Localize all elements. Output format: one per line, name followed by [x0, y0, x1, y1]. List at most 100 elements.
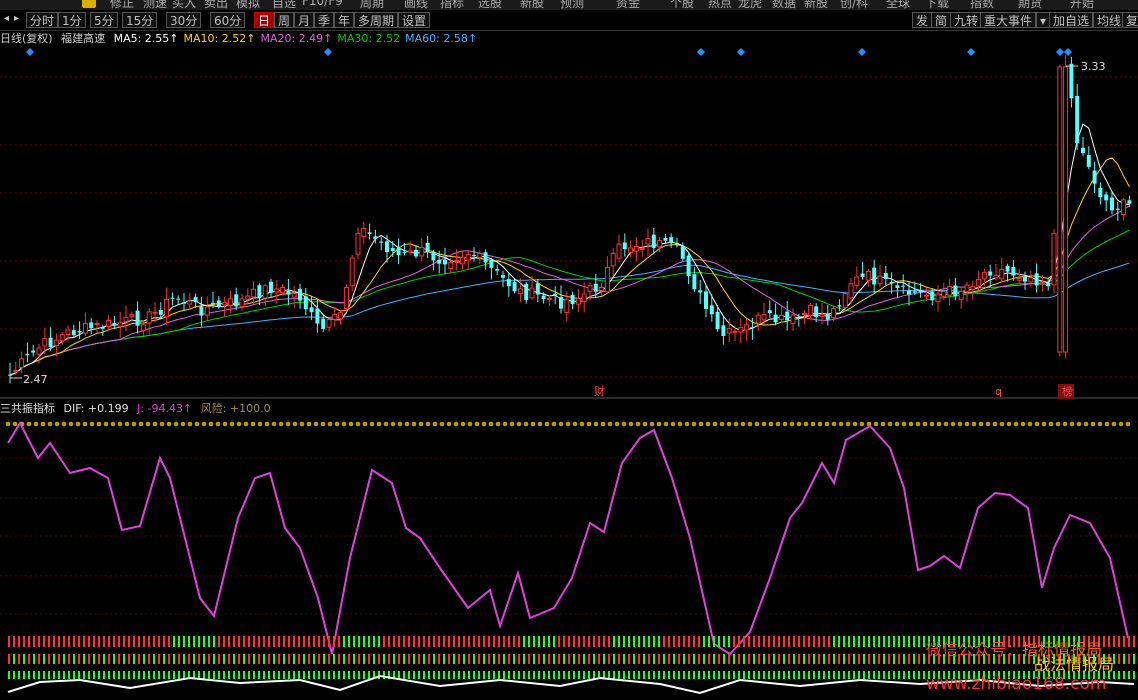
period-tab[interactable]: 周 — [274, 12, 295, 28]
period-tab[interactable]: 年 — [334, 12, 355, 28]
toolbar-item[interactable]: 新股 — [804, 0, 828, 10]
signal-bar-row3 — [48, 671, 50, 679]
signal-bar-row1 — [913, 636, 915, 647]
toolbar-item[interactable]: 指标 — [440, 0, 464, 10]
candle-body-up — [790, 314, 796, 324]
signal-bar-row1 — [258, 636, 260, 647]
signal-bar-row1 — [333, 636, 335, 647]
toolbar-item[interactable]: 模拟 — [236, 0, 260, 10]
toolbar-item[interactable]: 画线 — [404, 0, 428, 10]
period-tab[interactable]: 分时 — [26, 12, 59, 28]
chevron-down-icon[interactable]: ▾ — [1036, 12, 1051, 28]
period-tab[interactable]: 15分 — [122, 12, 158, 28]
signal-bar-row1 — [388, 636, 390, 647]
right-tool-button[interactable]: 均线 — [1093, 12, 1126, 28]
signal-bar-row2 — [343, 654, 345, 664]
signal-bar-row3 — [163, 671, 165, 679]
signal-bar-row3 — [268, 671, 270, 679]
right-tool-button[interactable]: 加自选 — [1049, 12, 1094, 28]
signal-bar-row3 — [878, 671, 880, 679]
signal-bar-row2 — [553, 654, 555, 664]
signal-bar-row3 — [313, 671, 315, 679]
right-tool-button[interactable]: 九转 — [950, 12, 983, 28]
period-tab[interactable]: 5分 — [90, 12, 118, 28]
signal-bar-row2 — [753, 654, 755, 664]
toolbar-item[interactable]: 选股 — [478, 0, 502, 10]
candle-body-down — [135, 310, 140, 326]
toolbar-item[interactable]: 期货 — [1018, 0, 1042, 10]
signal-bar-row2 — [238, 654, 240, 664]
ma10-line — [9, 157, 1130, 376]
signal-bar-row3 — [1118, 671, 1120, 679]
arrow-right-icon[interactable]: ▸ — [14, 13, 19, 24]
toolbar-item[interactable]: 资金 — [616, 0, 640, 10]
signal-bar-row3 — [803, 671, 805, 679]
signal-bar-row1 — [188, 636, 190, 647]
toolbar-item[interactable]: 卖出 — [204, 0, 228, 10]
risk-dot — [586, 421, 592, 427]
toolbar-item[interactable]: 创/科 — [840, 0, 868, 10]
risk-dot — [544, 421, 550, 427]
toolbar-item[interactable]: 买入 — [172, 0, 196, 10]
right-tool-button[interactable]: 发 — [912, 12, 933, 28]
signal-bar-row3 — [718, 671, 720, 679]
signal-bar-row1 — [538, 636, 540, 647]
risk-dot — [628, 421, 634, 427]
right-tool-button[interactable]: 复权 — [1122, 12, 1138, 28]
toolbar-item[interactable]: 下载 — [925, 0, 949, 10]
signal-bar-row3 — [43, 671, 45, 679]
toolbar-item[interactable]: F10/F9 — [302, 0, 343, 8]
signal-bar-row3 — [773, 671, 775, 679]
risk-dot — [425, 421, 431, 427]
toolbar-item[interactable]: 预测 — [560, 0, 584, 10]
signal-bar-row1 — [793, 636, 795, 647]
signal-bar-row1 — [618, 636, 620, 647]
toolbar-item[interactable]: 数据 — [772, 0, 796, 10]
signal-bar-row3 — [498, 671, 500, 679]
toolbar-item[interactable]: 龙虎 — [738, 0, 762, 10]
signal-bar-row2 — [743, 654, 745, 664]
toolbar-item[interactable]: 个股 — [670, 0, 694, 10]
signal-bar-row3 — [438, 671, 440, 679]
candle-body-down — [25, 354, 30, 356]
toolbar-item[interactable]: 热点 — [708, 0, 732, 10]
period-tab[interactable]: 设置 — [398, 12, 431, 28]
period-tab[interactable]: 季 — [314, 12, 335, 28]
signal-bar-row2 — [303, 654, 305, 664]
signal-bar-row2 — [118, 654, 120, 664]
period-tab[interactable]: 60分 — [210, 12, 246, 28]
period-tab[interactable]: 月 — [294, 12, 315, 28]
toolbar-item[interactable]: 新股 — [520, 0, 544, 10]
risk-dot — [61, 421, 67, 427]
toolbar-item[interactable]: 全球 — [886, 0, 910, 10]
toolbar-item[interactable]: 修正 — [110, 0, 134, 10]
signal-bar-row3 — [518, 671, 520, 679]
toolbar-item[interactable]: 开始 — [1070, 0, 1094, 10]
signal-bar-row1 — [523, 636, 525, 647]
toolbar-item[interactable]: 自选 — [272, 0, 296, 10]
candle-body-down — [767, 310, 772, 313]
period-tab[interactable]: 30分 — [166, 12, 202, 28]
signal-bar-row2 — [673, 654, 675, 664]
period-tab[interactable]: 1分 — [58, 12, 86, 28]
signal-bar-row1 — [283, 636, 285, 647]
candle-body-up — [819, 313, 825, 317]
toolbar-item[interactable]: 指数 — [970, 0, 994, 10]
signal-bar-row3 — [483, 671, 485, 679]
signal-bar-row1 — [448, 636, 450, 647]
candlestick-chart[interactable]: 3.33 2.47 财 q 榜 — [0, 47, 1138, 399]
right-tool-button[interactable]: 重大事件 — [980, 12, 1037, 28]
signal-bar-row2 — [503, 654, 505, 664]
period-tab[interactable]: 多周期 — [354, 12, 399, 28]
signal-bar-row3 — [158, 671, 160, 679]
period-tab[interactable]: 日 — [254, 12, 275, 28]
signal-bar-row3 — [768, 671, 770, 679]
signal-bar-row1 — [33, 636, 35, 647]
toolbar-item[interactable]: 周期 — [360, 0, 384, 10]
right-tool-button[interactable]: 简 — [931, 12, 952, 28]
candle-body-up — [645, 238, 651, 245]
toolbar-icon[interactable] — [82, 0, 96, 8]
toolbar-item[interactable]: 测速 — [143, 0, 167, 10]
arrow-left-icon[interactable]: ◂ — [4, 13, 9, 24]
signal-bar-row1 — [728, 636, 730, 647]
